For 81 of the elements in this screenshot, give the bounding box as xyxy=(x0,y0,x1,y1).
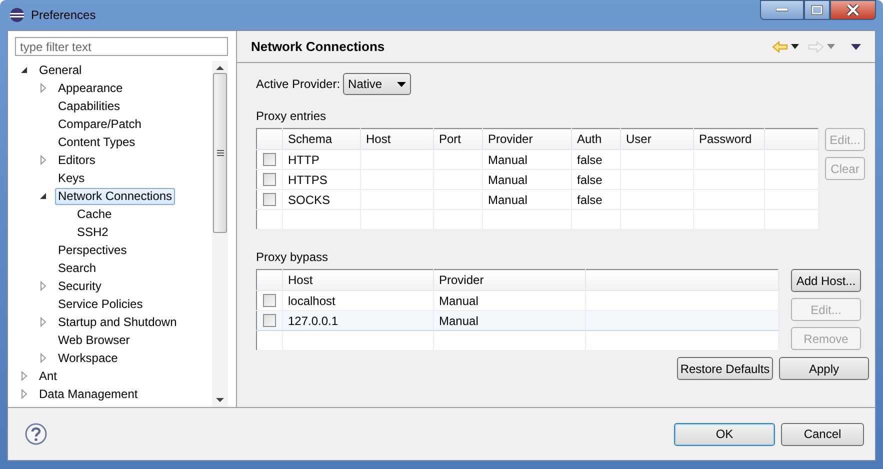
filter-field[interactable]: type filter text xyxy=(15,37,228,56)
tree-item[interactable]: Editors xyxy=(55,152,98,168)
tree-item[interactable]: Ant xyxy=(36,368,60,384)
grip-icon xyxy=(216,150,224,156)
tree-item[interactable]: Security xyxy=(55,278,104,294)
app-icon xyxy=(9,7,25,23)
column-header[interactable]: Host xyxy=(360,128,434,150)
tree-item[interactable]: Keys xyxy=(55,170,88,186)
table-cell: Manual xyxy=(482,170,572,190)
tree-item[interactable]: Startup and Shutdown xyxy=(55,314,180,330)
table-cell: Manual xyxy=(482,150,572,170)
tree-item[interactable]: Perspectives xyxy=(55,242,130,258)
table-cell: false xyxy=(572,170,620,190)
tree-item[interactable]: Cache xyxy=(74,206,115,222)
table-cell: Manual xyxy=(482,190,572,210)
tree-item[interactable]: Web Browser xyxy=(55,332,133,348)
close-icon xyxy=(846,4,860,16)
column-header[interactable]: Auth xyxy=(572,128,620,150)
table-cell: SOCKS xyxy=(282,190,360,210)
button[interactable]: Apply xyxy=(779,357,869,380)
tree-item[interactable]: Network Connections xyxy=(55,188,176,204)
column-header[interactable]: User xyxy=(620,128,694,150)
collapsed-icon[interactable] xyxy=(19,389,29,399)
column-header[interactable]: Provider xyxy=(482,128,572,150)
column-header[interactable]: Password xyxy=(694,128,764,150)
column-header[interactable]: Host xyxy=(282,270,434,290)
tree-item[interactable]: Capabilities xyxy=(55,98,124,114)
collapsed-icon[interactable] xyxy=(19,371,29,381)
button[interactable]: OK xyxy=(674,422,775,446)
checkbox[interactable] xyxy=(263,294,276,307)
scroll-up-icon[interactable] xyxy=(216,65,224,71)
expanded-icon[interactable] xyxy=(19,65,29,75)
collapsed-icon[interactable] xyxy=(38,281,48,291)
help-icon[interactable] xyxy=(25,423,47,445)
tree-item[interactable]: Content Types xyxy=(55,134,138,150)
collapsed-icon[interactable] xyxy=(38,353,48,363)
button[interactable]: Add Host... xyxy=(791,269,861,292)
checkbox[interactable] xyxy=(263,153,276,166)
collapsed-icon[interactable] xyxy=(38,155,48,165)
caret-icon xyxy=(397,82,406,86)
table-cell: HTTP xyxy=(282,150,360,170)
maximize-icon xyxy=(811,5,823,15)
provider-dropdown[interactable]: Native xyxy=(343,73,412,95)
maximize-button[interactable] xyxy=(804,0,830,20)
table-cell: 127.0.0.1 xyxy=(282,310,434,330)
page-title: Network Connections xyxy=(251,38,385,56)
column-header[interactable]: Schema xyxy=(282,128,360,150)
scroll-thumb[interactable] xyxy=(213,73,227,233)
button[interactable]: Restore Defaults xyxy=(677,357,773,380)
minimize-icon xyxy=(776,8,788,12)
close-button[interactable] xyxy=(830,0,876,20)
field-label: Active Provider: xyxy=(256,76,340,93)
table-cell: false xyxy=(572,150,620,170)
button[interactable]: Cancel xyxy=(781,422,864,446)
expanded-icon[interactable] xyxy=(38,191,48,201)
tree-item[interactable]: Data Management xyxy=(36,386,141,402)
tree-item[interactable]: Compare/Patch xyxy=(55,116,144,132)
scrollbar-track[interactable] xyxy=(212,61,228,407)
checkbox[interactable] xyxy=(263,314,276,327)
collapsed-icon[interactable] xyxy=(38,317,48,327)
section-label: Proxy entries xyxy=(256,108,328,125)
tree-item[interactable]: Workspace xyxy=(55,350,121,366)
checkbox[interactable] xyxy=(263,173,276,186)
minimize-button[interactable] xyxy=(760,0,804,20)
checkbox[interactable] xyxy=(263,193,276,206)
table-cell: HTTPS xyxy=(282,170,360,190)
section-label: Proxy bypass xyxy=(256,249,330,266)
column-header[interactable]: Port xyxy=(434,128,482,150)
collapsed-icon[interactable] xyxy=(38,83,48,93)
scroll-down-icon[interactable] xyxy=(216,397,224,403)
dropdown-icon[interactable] xyxy=(791,44,799,49)
column-header[interactable]: Provider xyxy=(434,270,586,290)
table-cell: Manual xyxy=(434,310,586,330)
table-cell: false xyxy=(572,190,620,210)
tree-item[interactable]: Search xyxy=(55,260,100,276)
menu-icon[interactable] xyxy=(851,44,861,50)
tree-item[interactable]: Service Policies xyxy=(55,296,146,312)
tree-item[interactable]: Appearance xyxy=(55,80,126,96)
tree-item[interactable]: SSH2 xyxy=(74,224,112,240)
window-title: Preferences xyxy=(31,7,96,24)
tree-item[interactable]: General xyxy=(36,62,85,78)
